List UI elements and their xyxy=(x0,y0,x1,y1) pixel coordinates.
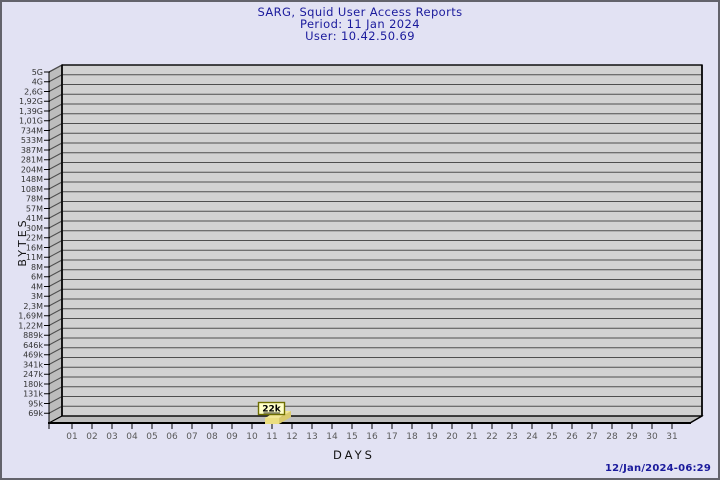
y-tick-label: 148M xyxy=(21,175,43,184)
x-tick-label: 06 xyxy=(166,432,178,442)
x-tick-label: 09 xyxy=(226,432,238,442)
chart-user: User: 10.42.50.69 xyxy=(305,29,415,43)
x-tick-label: 30 xyxy=(646,432,658,442)
y-tick-label: 533M xyxy=(21,136,43,145)
x-tick-label: 23 xyxy=(506,432,517,442)
y-tick-label: 734M xyxy=(21,126,43,135)
y-tick-label: 469k xyxy=(23,351,43,360)
bar-front-face xyxy=(265,418,279,424)
x-tick-label: 13 xyxy=(306,432,317,442)
generation-timestamp: 12/Jan/2024-06:29 xyxy=(604,463,711,474)
y-tick-label: 95k xyxy=(28,399,43,408)
y-tick-label: 57M xyxy=(26,204,43,213)
y-tick-label: 131k xyxy=(23,390,43,399)
y-tick-label: 281M xyxy=(21,156,43,165)
x-tick-label: 27 xyxy=(586,432,597,442)
x-tick-label: 29 xyxy=(626,432,638,442)
chart-title-block: SARG, Squid User Access Reports Period: … xyxy=(2,6,718,42)
x-tick-label: 01 xyxy=(66,432,77,442)
x-tick-label: 16 xyxy=(366,432,378,442)
y-tick-label: 4M xyxy=(31,282,43,291)
y-tick-label: 8M xyxy=(31,263,43,272)
x-tick-label: 15 xyxy=(346,432,357,442)
x-tick-label: 26 xyxy=(566,432,578,442)
x-tick-label: 12 xyxy=(286,432,297,442)
y-axis-title: BYTES xyxy=(16,217,29,266)
x-axis-title: DAYS xyxy=(333,448,375,462)
y-tick-label: 2,6G xyxy=(24,87,43,96)
x-tick-label: 02 xyxy=(86,432,97,442)
x-tick-label: 17 xyxy=(386,432,397,442)
x-tick-label: 05 xyxy=(146,432,157,442)
x-tick-label: 19 xyxy=(426,432,438,442)
y-tick-label: 180k xyxy=(23,380,43,389)
y-tick-label: 247k xyxy=(23,370,43,379)
x-tick-label: 04 xyxy=(126,432,138,442)
x-tick-label: 11 xyxy=(266,432,277,442)
sarg-report-window: 5G 4G 2,6G 1,92G 1,39G 1,01G 734M 533M 387M 281M 2… xyxy=(0,0,720,480)
y-tick-label: 1,92G xyxy=(19,97,43,106)
y-tick-label: 108M xyxy=(21,185,43,194)
x-tick-label: 31 xyxy=(666,432,677,442)
x-tick-label: 21 xyxy=(466,432,477,442)
x-tick-label: 08 xyxy=(206,432,218,442)
y-tick-label: 387M xyxy=(21,146,43,155)
x-tick-label: 20 xyxy=(446,432,458,442)
y-tick-label: 646k xyxy=(23,341,43,350)
y-tick-label: 1,39G xyxy=(19,107,43,116)
y-tick-label: 2,3M xyxy=(23,302,43,311)
x-tick-label: 14 xyxy=(326,432,338,442)
x-tick-label: 24 xyxy=(526,432,538,442)
y-tick-label: 78M xyxy=(26,195,43,204)
chart-svg: 5G4G2,6G1,92G1,39G1,01G734M533M387M281M2… xyxy=(16,64,704,462)
y-tick-label: 4G xyxy=(32,78,43,87)
y-tick-label: 889k xyxy=(23,331,43,340)
x-tick-label: 03 xyxy=(106,432,117,442)
floor xyxy=(48,415,704,424)
x-tick-label: 10 xyxy=(246,432,258,442)
y-tick-label: 69k xyxy=(28,409,43,418)
x-tick-label: 18 xyxy=(406,432,418,442)
y-tick-label: 341k xyxy=(23,360,43,369)
y-tick-label: 6M xyxy=(31,273,43,282)
x-tick-label: 22 xyxy=(486,432,497,442)
y-tick-label: 1,22M xyxy=(18,321,43,330)
y-tick-label: 1,69M xyxy=(18,312,43,321)
y-tick-label: 5G xyxy=(32,68,43,77)
x-tick-label: 28 xyxy=(606,432,618,442)
x-tick-label: 25 xyxy=(546,432,557,442)
x-tick-label: 07 xyxy=(186,432,197,442)
y-tick-label: 204M xyxy=(21,165,43,174)
y-tick-label: 1,01G xyxy=(19,117,43,126)
y-tick-label: 3M xyxy=(31,292,43,301)
